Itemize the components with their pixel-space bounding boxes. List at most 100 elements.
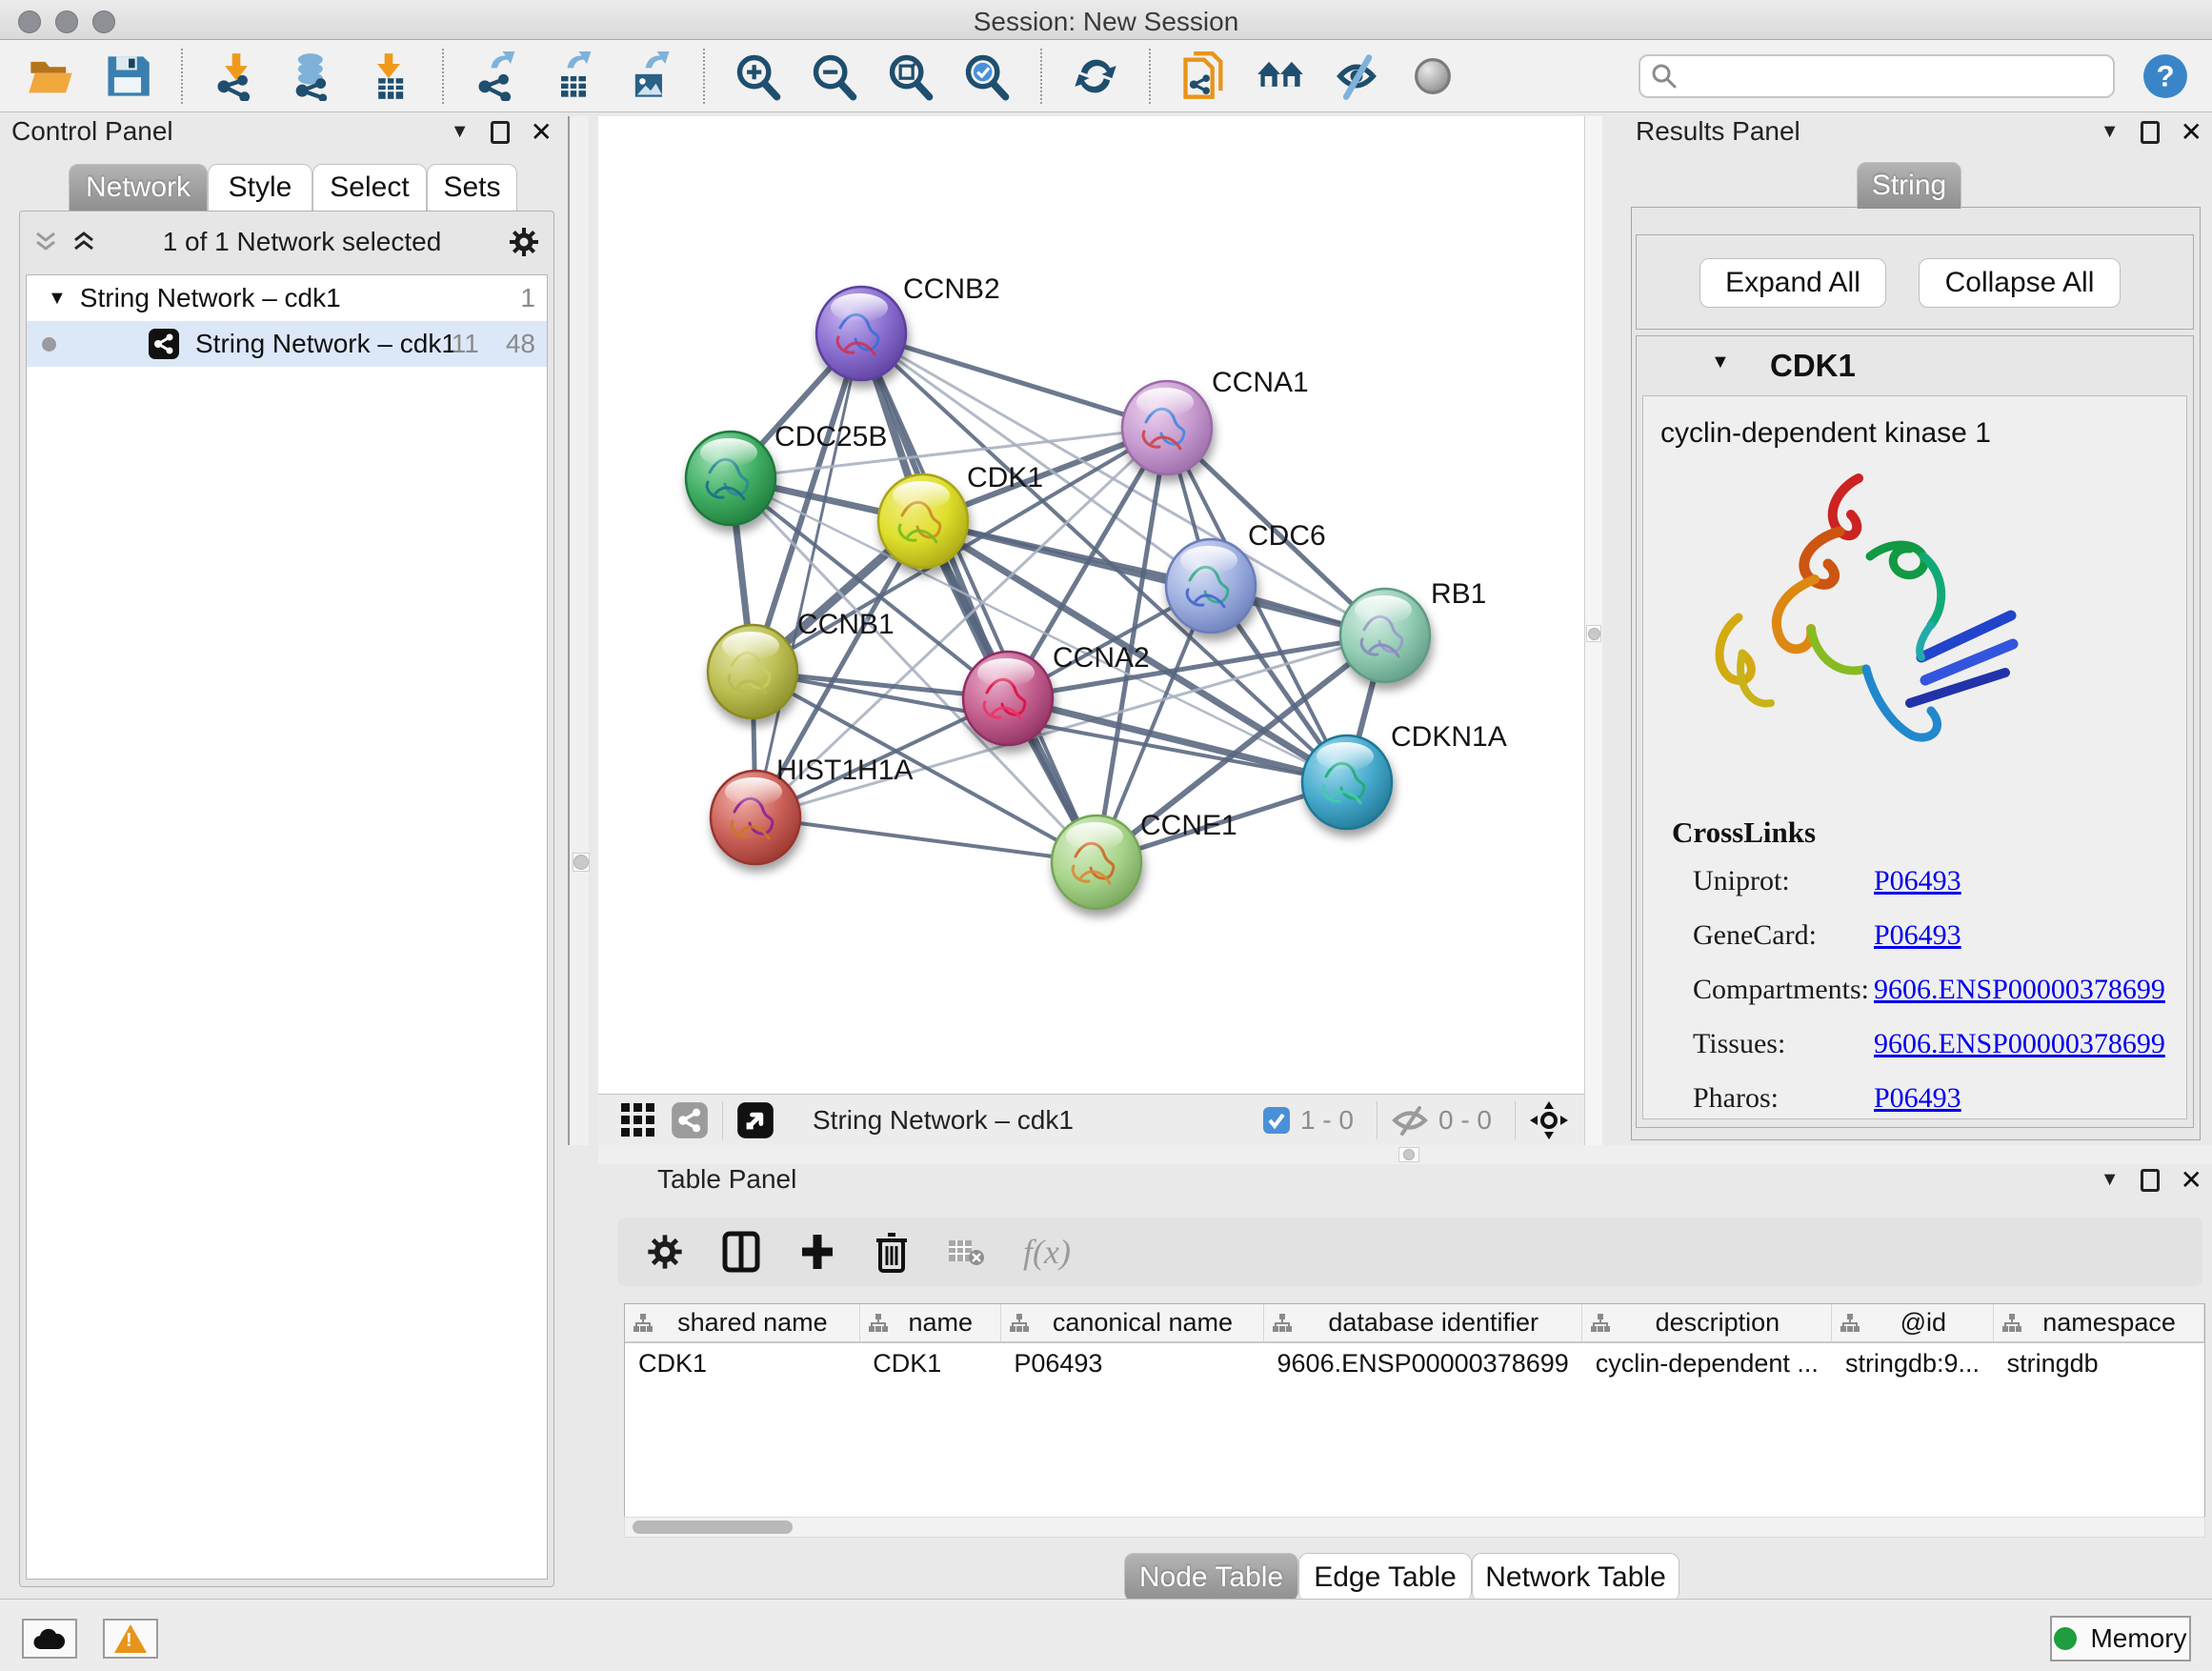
network-row[interactable]: String Network – cdk1 11 48	[27, 321, 547, 367]
collapse-all-icon[interactable]	[33, 230, 58, 254]
network-node-ccna2[interactable]	[963, 652, 1053, 745]
table-cell[interactable]: 9606.ENSP00000378699	[1264, 1342, 1582, 1384]
network-node-ccnb1[interactable]	[708, 625, 797, 718]
memory-button[interactable]: Memory	[2050, 1616, 2191, 1661]
network-node-cdkn1a[interactable]	[1302, 735, 1392, 829]
gear-icon[interactable]	[508, 226, 540, 258]
crosshair-icon[interactable]	[1529, 1100, 1569, 1140]
network-node-cdc25b[interactable]	[686, 432, 775, 525]
panel-close-icon[interactable]: ✕	[531, 116, 553, 148]
show-columns-icon[interactable]	[722, 1231, 760, 1273]
hide-graphics-details-icon[interactable]	[1332, 51, 1381, 101]
import-table-from-file-icon[interactable]	[364, 51, 413, 101]
horizontal-splitter[interactable]	[598, 1145, 2212, 1164]
panel-menu-icon[interactable]: ▼	[451, 121, 470, 143]
collapse-icon[interactable]: ▼	[48, 288, 67, 310]
expand-all-button[interactable]: Expand All	[1699, 258, 1886, 308]
panel-float-icon[interactable]	[2141, 1169, 2160, 1192]
collapse-all-button[interactable]: Collapse All	[1919, 258, 2121, 308]
table-hscrollbar[interactable]	[624, 1517, 2205, 1538]
tab-node-table[interactable]: Node Table	[1124, 1553, 1298, 1601]
left-splitter[interactable]	[568, 116, 589, 1145]
tab-string[interactable]: String	[1857, 162, 1961, 209]
network-edge[interactable]	[755, 817, 1096, 862]
uniprot-link[interactable]: P06493	[1874, 865, 1961, 897]
pharos-link[interactable]: P06493	[1874, 1082, 1961, 1115]
selected-checkbox-icon[interactable]	[1262, 1106, 1291, 1135]
panel-menu-icon[interactable]: ▼	[2101, 1169, 2120, 1191]
panel-float-icon[interactable]	[2141, 121, 2160, 144]
network-node-ccna1[interactable]	[1122, 381, 1212, 474]
save-session-icon[interactable]	[103, 51, 152, 101]
network-node-rb1[interactable]	[1340, 589, 1430, 682]
column-type-icon	[633, 1313, 654, 1334]
first-neighbors-icon[interactable]	[1256, 51, 1305, 101]
tab-style[interactable]: Style	[208, 164, 312, 211]
column-header-database-identifier[interactable]: database identifier	[1264, 1304, 1582, 1342]
tissues-link[interactable]: 9606.ENSP00000378699	[1874, 1028, 2165, 1060]
right-splitter[interactable]	[1584, 116, 1602, 1145]
network-edge[interactable]	[861, 333, 1167, 428]
share-document-icon[interactable]	[1179, 51, 1229, 101]
network-edge[interactable]	[755, 333, 861, 817]
zoom-selected-icon[interactable]	[962, 51, 1012, 101]
grid-view-icon[interactable]	[619, 1101, 657, 1139]
tab-network-table[interactable]: Network Table	[1472, 1553, 1679, 1601]
cloud-button[interactable]	[22, 1619, 77, 1659]
network-node-cdc6[interactable]	[1166, 539, 1256, 633]
network-node-cdk1[interactable]	[878, 474, 968, 568]
zoom-out-icon[interactable]	[810, 51, 859, 101]
network-collection-row[interactable]: ▼ String Network – cdk1 1	[27, 275, 547, 321]
toolbar-separator	[703, 49, 705, 104]
column-header-name[interactable]: name	[859, 1304, 1000, 1342]
tab-sets[interactable]: Sets	[427, 164, 517, 211]
column-header--id[interactable]: @id	[1832, 1304, 1994, 1342]
zoom-in-icon[interactable]	[734, 51, 783, 101]
column-header-canonical-name[interactable]: canonical name	[1000, 1304, 1263, 1342]
delete-column-icon[interactable]	[875, 1231, 909, 1273]
open-session-icon[interactable]	[27, 51, 76, 101]
export-network-icon[interactable]	[473, 51, 522, 101]
refresh-view-icon[interactable]	[1071, 51, 1120, 101]
table-cell[interactable]: P06493	[1000, 1342, 1263, 1384]
export-table-icon[interactable]	[549, 51, 598, 101]
expand-all-icon[interactable]	[71, 230, 96, 254]
table-cell[interactable]: stringdb:9...	[1832, 1342, 1994, 1384]
show-graphics-details-icon[interactable]	[1408, 51, 1458, 101]
table-cell[interactable]: CDK1	[859, 1342, 1000, 1384]
tab-select[interactable]: Select	[312, 164, 427, 211]
export-image-icon[interactable]	[625, 51, 674, 101]
genecard-link[interactable]: P06493	[1874, 919, 1961, 952]
share-network-icon[interactable]	[671, 1101, 709, 1139]
network-node-ccnb2[interactable]	[816, 287, 906, 380]
table-cell[interactable]: cyclin-dependent ...	[1582, 1342, 1832, 1384]
birdseye-view-icon[interactable]	[736, 1101, 774, 1139]
warning-button[interactable]	[103, 1619, 158, 1659]
search-field[interactable]	[1639, 54, 2115, 98]
tab-edge-table[interactable]: Edge Table	[1298, 1553, 1472, 1601]
column-header-shared-name[interactable]: shared name	[625, 1304, 859, 1342]
zoom-fit-icon[interactable]	[886, 51, 935, 101]
import-network-from-file-icon[interactable]	[211, 51, 261, 101]
scrollbar-thumb[interactable]	[633, 1520, 793, 1534]
table-cell[interactable]: CDK1	[625, 1342, 859, 1384]
panel-close-icon[interactable]: ✕	[2181, 116, 2202, 148]
panel-menu-icon[interactable]: ▼	[2101, 121, 2120, 143]
search-input[interactable]	[1679, 61, 2088, 91]
column-header-description[interactable]: description	[1582, 1304, 1832, 1342]
tab-network[interactable]: Network	[69, 164, 208, 211]
collapse-section-icon[interactable]: ▼	[1711, 352, 1730, 373]
column-header-namespace[interactable]: namespace	[1994, 1304, 2204, 1342]
help-icon[interactable]: ?	[2142, 52, 2189, 100]
add-column-icon[interactable]	[798, 1233, 836, 1271]
network-node-ccne1[interactable]	[1052, 815, 1141, 909]
gear-icon[interactable]	[646, 1233, 684, 1271]
network-node-label: CCNB1	[797, 609, 895, 640]
panel-float-icon[interactable]	[491, 121, 510, 144]
table-row[interactable]: CDK1CDK1P064939606.ENSP00000378699cyclin…	[625, 1342, 2204, 1384]
network-canvas[interactable]: CCNB2CCNA1CDC25BCDK1CDC6RB1CCNB1CCNA2CDK…	[598, 116, 1584, 1094]
panel-close-icon[interactable]: ✕	[2181, 1164, 2202, 1196]
import-network-from-database-icon[interactable]	[288, 51, 337, 101]
compartments-link[interactable]: 9606.ENSP00000378699	[1874, 974, 2165, 1006]
table-cell[interactable]: stringdb	[1994, 1342, 2204, 1384]
